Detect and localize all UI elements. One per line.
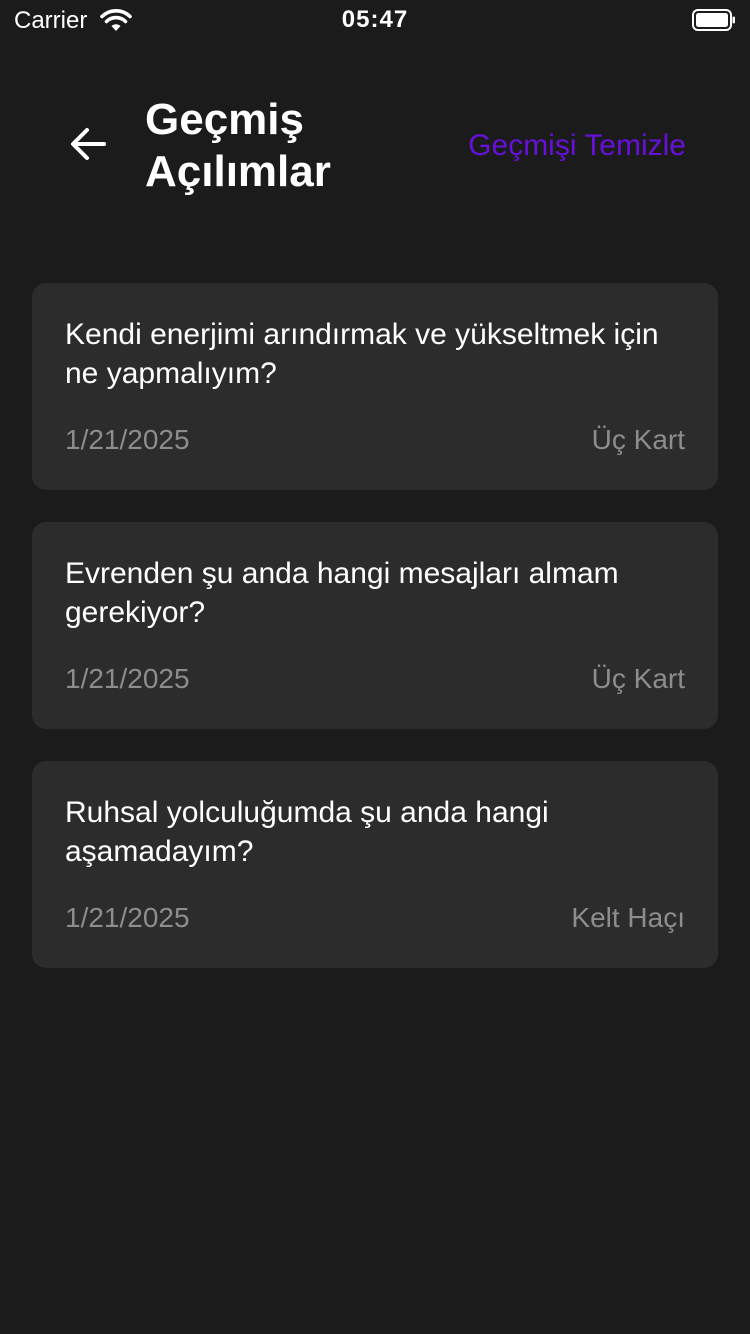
reading-spread: Üç Kart — [591, 424, 685, 455]
battery-full-icon — [692, 8, 736, 32]
reading-card[interactable]: Evrenden şu anda hangi mesajları almam g… — [32, 522, 718, 729]
status-bar: Carrier 05:47 — [0, 0, 750, 40]
reading-card[interactable]: Kendi enerjimi arındırmak ve yükseltmek … — [32, 283, 718, 490]
reading-question: Evrenden şu anda hangi mesajları almam g… — [65, 557, 619, 629]
reading-question: Kendi enerjimi arındırmak ve yükseltmek … — [65, 318, 659, 390]
reading-meta: 1/21/2025 Kelt Haçı — [65, 901, 685, 935]
reading-date: 1/21/2025 — [65, 663, 190, 694]
reading-spread: Kelt Haçı — [571, 902, 685, 933]
reading-card[interactable]: Ruhsal yolculuğumda şu anda hangi aşamad… — [32, 761, 718, 968]
header: Geçmiş Açılımlar Geçmişi Temizle — [0, 90, 750, 210]
reading-history-list: Kendi enerjimi arındırmak ve yükseltmek … — [32, 283, 718, 1000]
reading-meta: 1/21/2025 Üç Kart — [65, 423, 685, 457]
reading-question: Ruhsal yolculuğumda şu anda hangi aşamad… — [65, 796, 549, 868]
reading-spread: Üç Kart — [591, 663, 685, 694]
clear-history-button[interactable]: Geçmişi Temizle — [468, 128, 686, 164]
arrow-left-icon — [68, 126, 108, 167]
back-button[interactable] — [62, 120, 114, 172]
reading-date: 1/21/2025 — [65, 424, 190, 455]
reading-date: 1/21/2025 — [65, 902, 190, 933]
clock: 05:47 — [341, 6, 409, 33]
page-title: Geçmiş Açılımlar — [145, 95, 331, 196]
reading-meta: 1/21/2025 Üç Kart — [65, 662, 685, 696]
